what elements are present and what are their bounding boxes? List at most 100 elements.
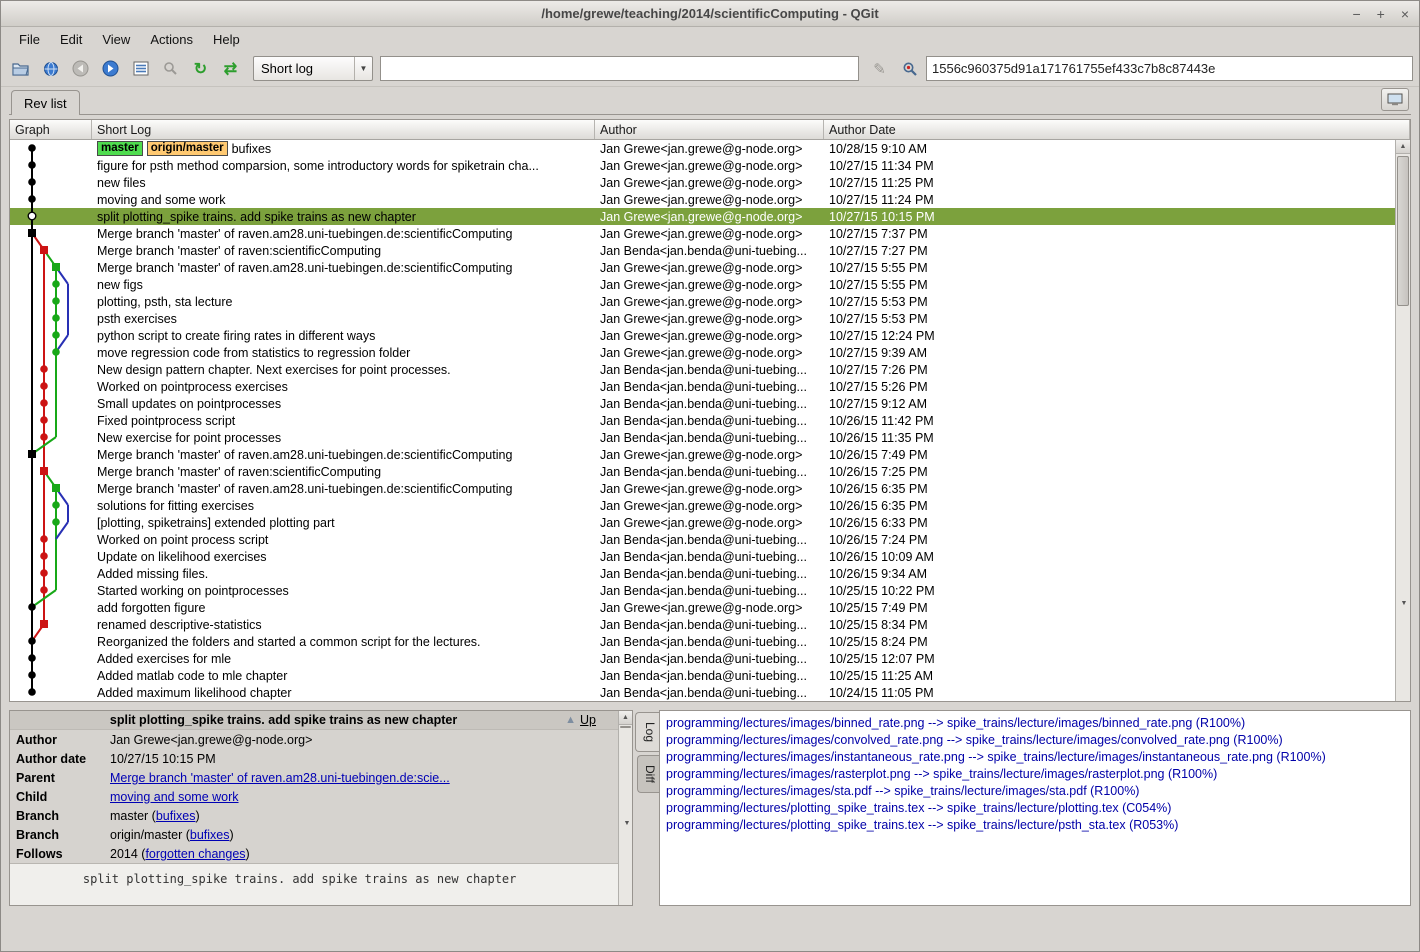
sha-input[interactable]: [926, 56, 1413, 81]
view-mode-select[interactable]: Short log ▼: [253, 56, 373, 81]
table-row[interactable]: add forgotten figureJan Grewe<jan.grewe@…: [10, 599, 1395, 616]
close-button[interactable]: ×: [1401, 7, 1409, 21]
tab-rev-list[interactable]: Rev list: [11, 90, 80, 115]
table-row[interactable]: Merge branch 'master' of raven.am28.uni-…: [10, 446, 1395, 463]
table-row[interactable]: Added matlab code to mle chapterJan Bend…: [10, 667, 1395, 684]
details-scroll-thumb[interactable]: [620, 726, 631, 728]
web-view-button[interactable]: [37, 55, 64, 82]
table-row[interactable]: [plotting, spiketrains] extended plottin…: [10, 514, 1395, 531]
table-row[interactable]: New exercise for point processesJan Bend…: [10, 429, 1395, 446]
tab-log[interactable]: Log: [635, 712, 659, 752]
table-row[interactable]: masterorigin/masterbufixesJan Grewe<jan.…: [10, 140, 1395, 157]
qgit-window: /home/grewe/teaching/2014/scientificComp…: [0, 0, 1420, 952]
splitter-handle[interactable]: [1, 702, 1419, 710]
file-entry[interactable]: programming/lectures/images/rasterplot.p…: [666, 766, 1404, 783]
table-row[interactable]: move regression code from statistics to …: [10, 344, 1395, 361]
detail-link[interactable]: bufixes: [156, 809, 196, 823]
list-view-button[interactable]: [127, 55, 154, 82]
menu-item-actions[interactable]: Actions: [140, 29, 203, 50]
table-row[interactable]: Merge branch 'master' of raven.am28.uni-…: [10, 480, 1395, 497]
table-row[interactable]: renamed descriptive-statisticsJan Benda<…: [10, 616, 1395, 633]
column-header-graph[interactable]: Graph: [10, 120, 92, 139]
search-commit-button[interactable]: [896, 55, 923, 82]
table-row[interactable]: python script to create firing rates in …: [10, 327, 1395, 344]
filter-input[interactable]: [380, 56, 859, 81]
up-button[interactable]: ▲ Up: [565, 713, 596, 727]
graph-cell: [10, 259, 92, 276]
terminal-view-button[interactable]: [1381, 88, 1409, 111]
date-cell: 10/27/15 5:55 PM: [824, 276, 1395, 293]
detail-value: Merge branch 'master' of raven.am28.uni-…: [110, 771, 618, 785]
detail-link[interactable]: Merge branch 'master' of raven.am28.uni-…: [110, 771, 450, 785]
file-entry[interactable]: programming/lectures/images/sta.pdf --> …: [666, 783, 1404, 800]
rev-list-scrollbar[interactable]: ▲ ▼: [1395, 140, 1410, 701]
table-row[interactable]: plotting, psth, sta lectureJan Grewe<jan…: [10, 293, 1395, 310]
menu-item-file[interactable]: File: [9, 29, 50, 50]
table-row[interactable]: Merge branch 'master' of raven.am28.uni-…: [10, 225, 1395, 242]
table-row[interactable]: new filesJan Grewe<jan.grewe@g-node.org>…: [10, 174, 1395, 191]
date-cell: 10/26/15 6:35 PM: [824, 480, 1395, 497]
detail-link[interactable]: forgotten changes: [145, 847, 245, 861]
find-button[interactable]: [157, 55, 184, 82]
shortlog-cell: add forgotten figure: [92, 599, 595, 616]
open-repository-button[interactable]: [7, 55, 34, 82]
table-row[interactable]: new figsJan Grewe<jan.grewe@g-node.org>1…: [10, 276, 1395, 293]
shortlog-cell: new figs: [92, 276, 595, 293]
table-row[interactable]: Worked on pointprocess exercisesJan Bend…: [10, 378, 1395, 395]
table-row[interactable]: moving and some workJan Grewe<jan.grewe@…: [10, 191, 1395, 208]
file-entry[interactable]: programming/lectures/plotting_spike_trai…: [666, 817, 1404, 834]
table-row[interactable]: Added exercises for mleJan Benda<jan.ben…: [10, 650, 1395, 667]
table-row[interactable]: psth exercisesJan Grewe<jan.grewe@g-node…: [10, 310, 1395, 327]
graph-cell: [10, 548, 92, 565]
detail-link[interactable]: bufixes: [190, 828, 230, 842]
highlight-button[interactable]: ✎: [866, 55, 893, 82]
column-header-author[interactable]: Author: [595, 120, 824, 139]
table-row[interactable]: Added maximum likelihood chapterJan Bend…: [10, 684, 1395, 701]
commit-message: Added maximum likelihood chapter: [97, 686, 292, 700]
table-row[interactable]: Added missing files.Jan Benda<jan.benda@…: [10, 565, 1395, 582]
table-row[interactable]: Merge branch 'master' of raven:scientifi…: [10, 242, 1395, 259]
commit-message: Merge branch 'master' of raven.am28.uni-…: [97, 227, 512, 241]
sync-button[interactable]: ⇄: [217, 55, 244, 82]
table-row[interactable]: Worked on point process scriptJan Benda<…: [10, 531, 1395, 548]
file-entry[interactable]: programming/lectures/images/convolved_ra…: [666, 732, 1404, 749]
file-entry[interactable]: programming/lectures/images/instantaneou…: [666, 749, 1404, 766]
scroll-track[interactable]: [1396, 154, 1410, 505]
table-row[interactable]: Merge branch 'master' of raven.am28.uni-…: [10, 259, 1395, 276]
details-scrollbar[interactable]: ▲ ▼: [618, 711, 632, 905]
menu-item-view[interactable]: View: [92, 29, 140, 50]
menu-item-edit[interactable]: Edit: [50, 29, 92, 50]
table-row[interactable]: Reorganized the folders and started a co…: [10, 633, 1395, 650]
detail-link[interactable]: moving and some work: [110, 790, 239, 804]
menu-item-help[interactable]: Help: [203, 29, 250, 50]
table-row[interactable]: Update on likelihood exercisesJan Benda<…: [10, 548, 1395, 565]
commit-message: Small updates on pointprocesses: [97, 397, 281, 411]
graph-cell: [10, 140, 92, 157]
table-row[interactable]: Merge branch 'master' of raven:scientifi…: [10, 463, 1395, 480]
back-button[interactable]: [67, 55, 94, 82]
table-row[interactable]: Small updates on pointprocessesJan Benda…: [10, 395, 1395, 412]
tab-diff[interactable]: Diff: [637, 755, 659, 793]
table-row[interactable]: Fixed pointprocess scriptJan Benda<jan.b…: [10, 412, 1395, 429]
minimize-button[interactable]: −: [1352, 7, 1360, 21]
scroll-thumb[interactable]: [1397, 156, 1409, 306]
table-row[interactable]: Started working on pointprocessesJan Ben…: [10, 582, 1395, 599]
details-scroll-up-arrow[interactable]: ▲: [619, 711, 632, 725]
file-entry[interactable]: programming/lectures/images/binned_rate.…: [666, 715, 1404, 732]
table-row[interactable]: split plotting_spike trains. add spike t…: [10, 208, 1395, 225]
highlight-icon: ✎: [873, 60, 886, 78]
refresh-button[interactable]: ↻: [187, 55, 214, 82]
table-row[interactable]: figure for psth method comparsion, some …: [10, 157, 1395, 174]
commit-message: Merge branch 'master' of raven:scientifi…: [97, 465, 381, 479]
column-header-author-date[interactable]: Author Date: [824, 120, 1410, 139]
date-cell: 10/25/15 8:24 PM: [824, 633, 1395, 650]
table-row[interactable]: solutions for fitting exercisesJan Grewe…: [10, 497, 1395, 514]
table-row[interactable]: New design pattern chapter. Next exercis…: [10, 361, 1395, 378]
file-entry[interactable]: programming/lectures/plotting_spike_trai…: [666, 800, 1404, 817]
maximize-button[interactable]: +: [1377, 7, 1385, 21]
author-cell: Jan Grewe<jan.grewe@g-node.org>: [595, 276, 824, 293]
column-header-short-log[interactable]: Short Log: [92, 120, 595, 139]
forward-button[interactable]: [97, 55, 124, 82]
scroll-up-arrow[interactable]: ▲: [1396, 140, 1410, 154]
date-cell: 10/25/15 7:49 PM: [824, 599, 1395, 616]
